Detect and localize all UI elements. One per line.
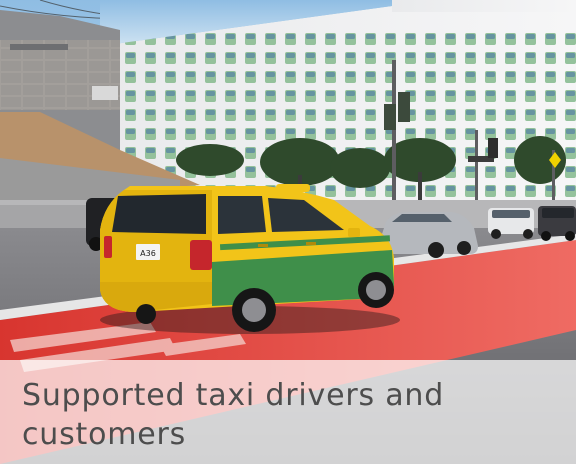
svg-text:A36: A36 xyxy=(140,249,156,258)
feature-card[interactable]: A36 Supported taxi drivers and customers xyxy=(0,0,576,464)
dark-suv xyxy=(538,206,576,241)
caption-overlay: Supported taxi drivers and customers xyxy=(0,360,576,464)
caption-title: Supported taxi drivers and customers xyxy=(22,378,445,452)
